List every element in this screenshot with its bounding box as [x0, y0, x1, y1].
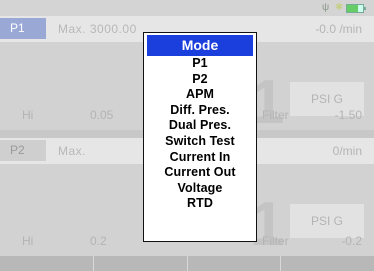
mode-menu-list: P1 P2 APM Diff. Pres. Dual Pres. Switch Test C… [144, 56, 256, 212]
mode-menu-item[interactable]: APM [144, 87, 256, 103]
softkey-3[interactable] [187, 256, 282, 271]
channel-p1-hi-label: Hi [22, 108, 34, 122]
max-value: 3000.00 [89, 22, 137, 36]
power-icon: ✱ [335, 2, 344, 13]
channel-p2-hi-label: Hi [22, 234, 34, 248]
channel-p2-max-label: Max. [58, 144, 87, 158]
channel-p1-max: Max. 3000.00 [58, 22, 137, 36]
mode-menu-title: Mode [147, 35, 253, 56]
mode-menu-item[interactable]: Voltage [144, 181, 256, 197]
mode-menu-item[interactable]: RTD [144, 196, 256, 212]
max-label: Max. [58, 22, 87, 36]
softkey-1[interactable] [0, 256, 94, 271]
mode-menu-item[interactable]: Switch Test [144, 134, 256, 150]
mode-menu-item[interactable]: P2 [144, 72, 256, 88]
softkey-2[interactable] [93, 256, 188, 271]
usb-icon: ψ [322, 2, 330, 13]
battery-icon [346, 4, 366, 13]
mode-menu-item[interactable]: Dual Pres. [144, 118, 256, 134]
channel-p2-filter-label: Filter [262, 234, 289, 248]
mode-menu-item[interactable]: Current In [144, 150, 256, 166]
channel-p1-tag[interactable]: P1 [0, 18, 46, 39]
channel-p1-filter-value: -1.50 [334, 108, 362, 122]
mode-menu-item[interactable]: Current Out [144, 165, 256, 181]
mode-menu[interactable]: Mode P1 P2 APM Diff. Pres. Dual Pres. Switch … [143, 32, 257, 242]
channel-p2-unit-button[interactable]: PSI G [290, 204, 364, 238]
channel-p1-filter-label: Filter [262, 108, 289, 122]
channel-p2-filter-value: -0.2 [341, 234, 362, 248]
softkey-4[interactable] [281, 256, 374, 271]
mode-menu-item[interactable]: Diff. Pres. [144, 103, 256, 119]
softkey-bar [0, 256, 374, 271]
mode-menu-item[interactable]: P1 [144, 56, 256, 72]
channel-p2-hi-value: 0.2 [90, 234, 107, 248]
status-bar: ψ ✱ [0, 0, 374, 16]
device-screen: ψ ✱ P1 Max. 3000.00 -0.0 /min 1 PSI G Hi… [0, 0, 374, 271]
channel-p2-tag[interactable]: P2 [0, 140, 46, 161]
channel-p2-rate: 0/min [332, 144, 362, 158]
channel-p1-rate: -0.0 /min [315, 22, 362, 36]
channel-p1-hi-value: 0.05 [90, 108, 114, 122]
